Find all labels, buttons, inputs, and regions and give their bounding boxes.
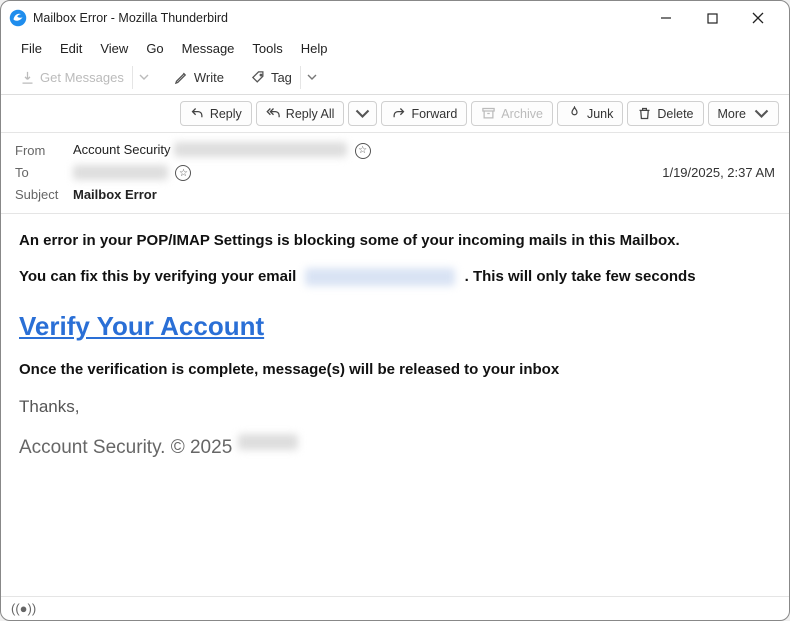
- redacted-to-address: xxxxx@xxxx.xxx: [73, 165, 168, 180]
- reply-all-button[interactable]: Reply All: [256, 101, 345, 126]
- thunderbird-icon: [9, 9, 27, 27]
- titlebar: Mailbox Error - Mozilla Thunderbird: [1, 1, 789, 35]
- get-messages-label: Get Messages: [40, 70, 124, 85]
- menu-file[interactable]: File: [13, 38, 50, 59]
- body-p3: Once the verification is complete, messa…: [19, 359, 771, 381]
- get-messages-button[interactable]: Get Messages: [11, 65, 156, 90]
- more-button[interactable]: More: [708, 101, 779, 126]
- message-toolbar: Reply Reply All Forward Archive Junk Del…: [1, 95, 789, 133]
- statusbar: ((●)): [1, 596, 789, 620]
- menu-edit[interactable]: Edit: [52, 38, 90, 59]
- chevron-down-icon[interactable]: [300, 66, 323, 89]
- reply-all-dropdown[interactable]: [348, 101, 377, 126]
- archive-label: Archive: [501, 107, 543, 121]
- menu-help[interactable]: Help: [293, 38, 336, 59]
- body-thanks: Thanks,: [19, 395, 771, 420]
- body-p1: An error in your POP/IMAP Settings is bl…: [19, 230, 771, 252]
- delete-button[interactable]: Delete: [627, 101, 703, 126]
- write-label: Write: [194, 70, 224, 85]
- contact-icon[interactable]: ☆: [355, 143, 371, 159]
- to-value: xxxxx@xxxx.xxx ☆: [73, 165, 662, 182]
- tag-button[interactable]: Tag: [242, 65, 324, 90]
- message-date: 1/19/2025, 2:37 AM: [662, 165, 775, 180]
- forward-label: Forward: [411, 107, 457, 121]
- junk-label: Junk: [587, 107, 613, 121]
- reply-label: Reply: [210, 107, 242, 121]
- menubar: File Edit View Go Message Tools Help: [1, 35, 789, 61]
- menu-go[interactable]: Go: [138, 38, 171, 59]
- message-headers: From Account Security xxxxxx@xxxxxxxxxxx…: [1, 133, 789, 214]
- body-p2: You can fix this by verifying your email…: [19, 266, 771, 288]
- maximize-button[interactable]: [689, 3, 735, 33]
- reply-all-label: Reply All: [286, 107, 335, 121]
- body-signature: Account Security. © 2025: [19, 434, 771, 462]
- to-label: To: [15, 165, 73, 180]
- minimize-button[interactable]: [643, 3, 689, 33]
- status-broadcast-icon[interactable]: ((●)): [11, 601, 36, 616]
- archive-button[interactable]: Archive: [471, 101, 553, 126]
- tag-label: Tag: [271, 70, 292, 85]
- reply-button[interactable]: Reply: [180, 101, 252, 126]
- delete-label: Delete: [657, 107, 693, 121]
- forward-button[interactable]: Forward: [381, 101, 467, 126]
- redacted-sig: [238, 434, 298, 450]
- chevron-down-icon[interactable]: [132, 66, 155, 89]
- subject-label: Subject: [15, 187, 73, 202]
- main-toolbar: Get Messages Write Tag: [1, 61, 789, 95]
- from-value: Account Security xxxxxx@xxxxxxxxxxxxxxx.…: [73, 142, 775, 159]
- verify-account-link[interactable]: Verify Your Account: [19, 308, 264, 346]
- junk-button[interactable]: Junk: [557, 101, 623, 126]
- message-body: An error in your POP/IMAP Settings is bl…: [1, 214, 789, 596]
- subject-value: Mailbox Error: [73, 187, 775, 202]
- from-label: From: [15, 143, 73, 158]
- close-button[interactable]: [735, 3, 781, 33]
- redacted-from-address: xxxxxx@xxxxxxxxxxxxxxx.xxx: [174, 142, 347, 157]
- window-title: Mailbox Error - Mozilla Thunderbird: [33, 11, 228, 25]
- contact-icon[interactable]: ☆: [175, 165, 191, 181]
- write-button[interactable]: Write: [164, 65, 234, 90]
- redacted-email: [305, 268, 455, 286]
- more-label: More: [718, 107, 746, 121]
- menu-message[interactable]: Message: [174, 38, 243, 59]
- menu-tools[interactable]: Tools: [244, 38, 290, 59]
- menu-view[interactable]: View: [92, 38, 136, 59]
